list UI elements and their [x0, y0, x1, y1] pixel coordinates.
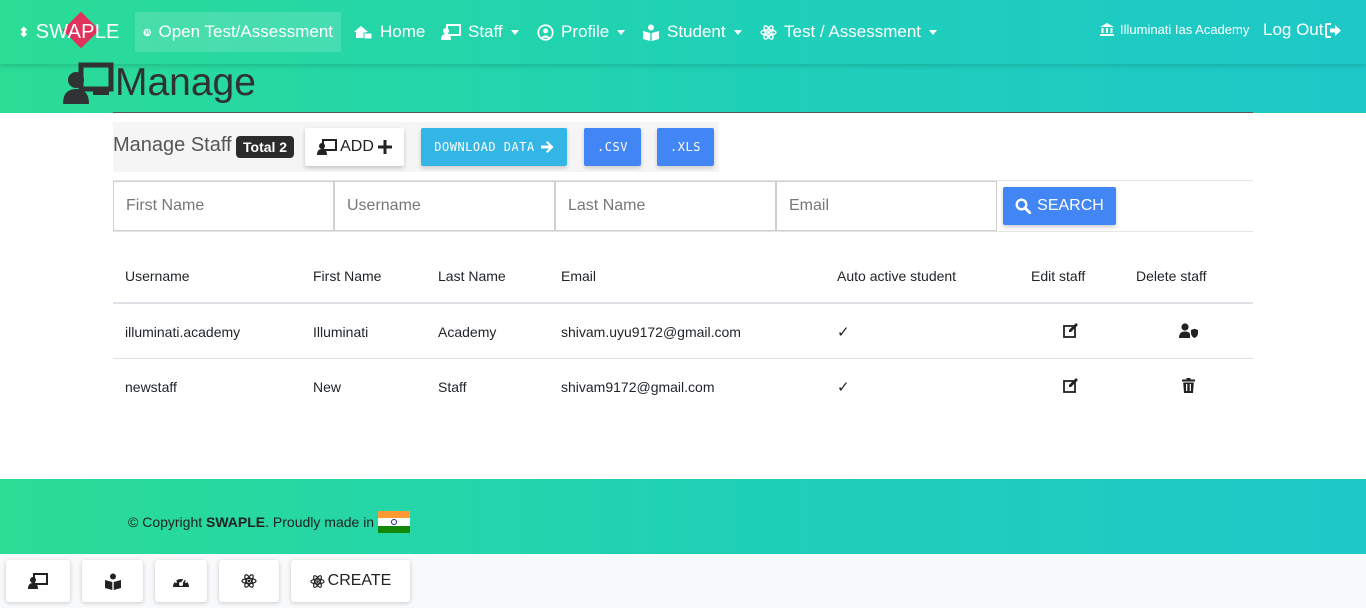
page-title: Manage [63, 58, 256, 108]
chevron-down-icon [617, 29, 626, 35]
row-divider [113, 358, 1253, 359]
header-first-name: First Name [313, 268, 382, 284]
atom-icon [760, 24, 777, 40]
edit-icon[interactable] [1063, 378, 1079, 393]
sign-out-icon [1324, 22, 1341, 38]
cell-last-name: Academy [438, 324, 497, 340]
nav-home[interactable]: Home [353, 12, 425, 52]
nav-staff[interactable]: Staff [441, 12, 519, 52]
chevron-down-icon [929, 29, 937, 35]
chevron-down-icon [510, 29, 519, 35]
footer-brand: SWAPLE [206, 514, 266, 530]
cell-first-name: Illuminati [313, 324, 369, 340]
add-label: ADD [340, 138, 374, 155]
footer-copyright-text: © Copyright [128, 514, 203, 530]
bottom-test-button[interactable] [219, 560, 279, 602]
cell-email: shivam9172@gmail.com [561, 379, 715, 395]
last-name-input[interactable] [555, 181, 776, 231]
staff-board-icon [63, 62, 114, 104]
header-last-name: Last Name [438, 268, 506, 284]
staff-board-icon [441, 24, 461, 40]
staff-board-icon [28, 573, 48, 589]
cell-username: newstaff [125, 379, 177, 395]
nav-open-test[interactable]: Open Test/Assessment [135, 12, 341, 52]
cell-username: illuminati.academy [125, 324, 241, 340]
book-reader-icon [104, 573, 121, 590]
nav-test-assessment[interactable]: Test / Assessment [760, 12, 937, 52]
nav-student-label: Student [667, 22, 726, 41]
trash-icon[interactable] [1182, 378, 1195, 393]
edit-icon[interactable] [1063, 323, 1079, 338]
nav-home-label: Home [380, 22, 426, 41]
divider [113, 231, 1253, 232]
nav-student[interactable]: Student [642, 12, 742, 52]
brand-arrow-icon: ⬍ [18, 23, 30, 40]
book-reader-icon [643, 24, 659, 41]
username-input[interactable] [334, 181, 555, 231]
header-auto-active: Auto active student [837, 268, 957, 284]
search-label: SEARCH [1037, 197, 1104, 214]
brand-logo[interactable]: ⬍ SWAPLE [18, 11, 120, 50]
csv-label: .CSV [597, 140, 628, 154]
csv-button[interactable]: .CSV [584, 128, 641, 166]
download-data-button[interactable]: DOWNLOAD DATA [421, 128, 567, 166]
nav-staff-label: Staff [468, 22, 503, 41]
total-badge: Total 2 [236, 136, 295, 158]
tachometer-icon [173, 577, 189, 587]
footer-copyright: © Copyright SWAPLE. Proudly made in [128, 511, 411, 533]
search-button[interactable]: SEARCH [1003, 187, 1116, 225]
add-staff-button[interactable]: ADD [305, 128, 404, 166]
home-network-icon [354, 26, 373, 40]
nav-test-assessment-label: Test / Assessment [784, 22, 921, 41]
bottom-staff-button[interactable] [6, 560, 70, 602]
nav-open-test-label: Open Test/Assessment [158, 22, 334, 41]
create-label: CREATE [327, 572, 392, 589]
cell-email: shivam.uyu9172@gmail.com [561, 324, 741, 340]
chevron-down-icon [733, 29, 742, 35]
download-label: DOWNLOAD DATA [434, 140, 535, 154]
manage-staff-label: Manage Staff [113, 134, 232, 156]
email-input[interactable] [776, 181, 997, 231]
footer-made-in: . Proudly made in [265, 514, 375, 530]
first-name-input[interactable] [113, 181, 334, 231]
nav-profile-label: Profile [561, 22, 610, 41]
cell-auto-active: ✓ [837, 324, 850, 341]
india-flag-icon [378, 511, 411, 533]
xls-button[interactable]: .XLS [657, 128, 714, 166]
bottom-create-button[interactable]: CREATE [291, 560, 410, 602]
header-edit-staff: Edit staff [1031, 268, 1086, 284]
plus-icon [377, 140, 392, 154]
title-divider [113, 112, 1253, 113]
logout-link[interactable]: Log Out [1263, 20, 1342, 40]
bottom-student-button[interactable] [82, 560, 143, 602]
brand-name: SWAPLE [35, 20, 120, 43]
header-delete-staff: Delete staff [1136, 268, 1207, 284]
table-header-divider [113, 302, 1253, 304]
academy-link[interactable]: Illuminati Ias Academy [1100, 22, 1249, 37]
xls-label: .XLS [670, 140, 701, 154]
user-shield-icon[interactable] [1179, 323, 1198, 338]
header-username: Username [125, 268, 190, 284]
cell-last-name: Staff [438, 379, 467, 395]
top-navbar: ⬍ SWAPLE Open Test/Assessment Home Staff… [0, 0, 1366, 64]
atom-icon [310, 574, 325, 588]
institution-icon [1100, 23, 1114, 36]
logout-label: Log Out [1263, 20, 1324, 39]
cell-auto-active: ✓ [837, 379, 850, 396]
nav-profile[interactable]: Profile [537, 12, 626, 52]
bottom-dashboard-button[interactable] [155, 560, 207, 602]
header-email: Email [561, 268, 597, 284]
page-title-text: Manage [115, 61, 256, 104]
globe-icon [143, 28, 151, 36]
staff-board-icon [317, 139, 338, 155]
user-circle-icon [537, 23, 554, 41]
search-icon [1015, 198, 1032, 214]
cell-first-name: New [313, 379, 342, 395]
atom-icon [241, 574, 257, 588]
academy-name: Illuminati Ias Academy [1120, 22, 1250, 37]
arrow-right-icon [540, 141, 554, 153]
